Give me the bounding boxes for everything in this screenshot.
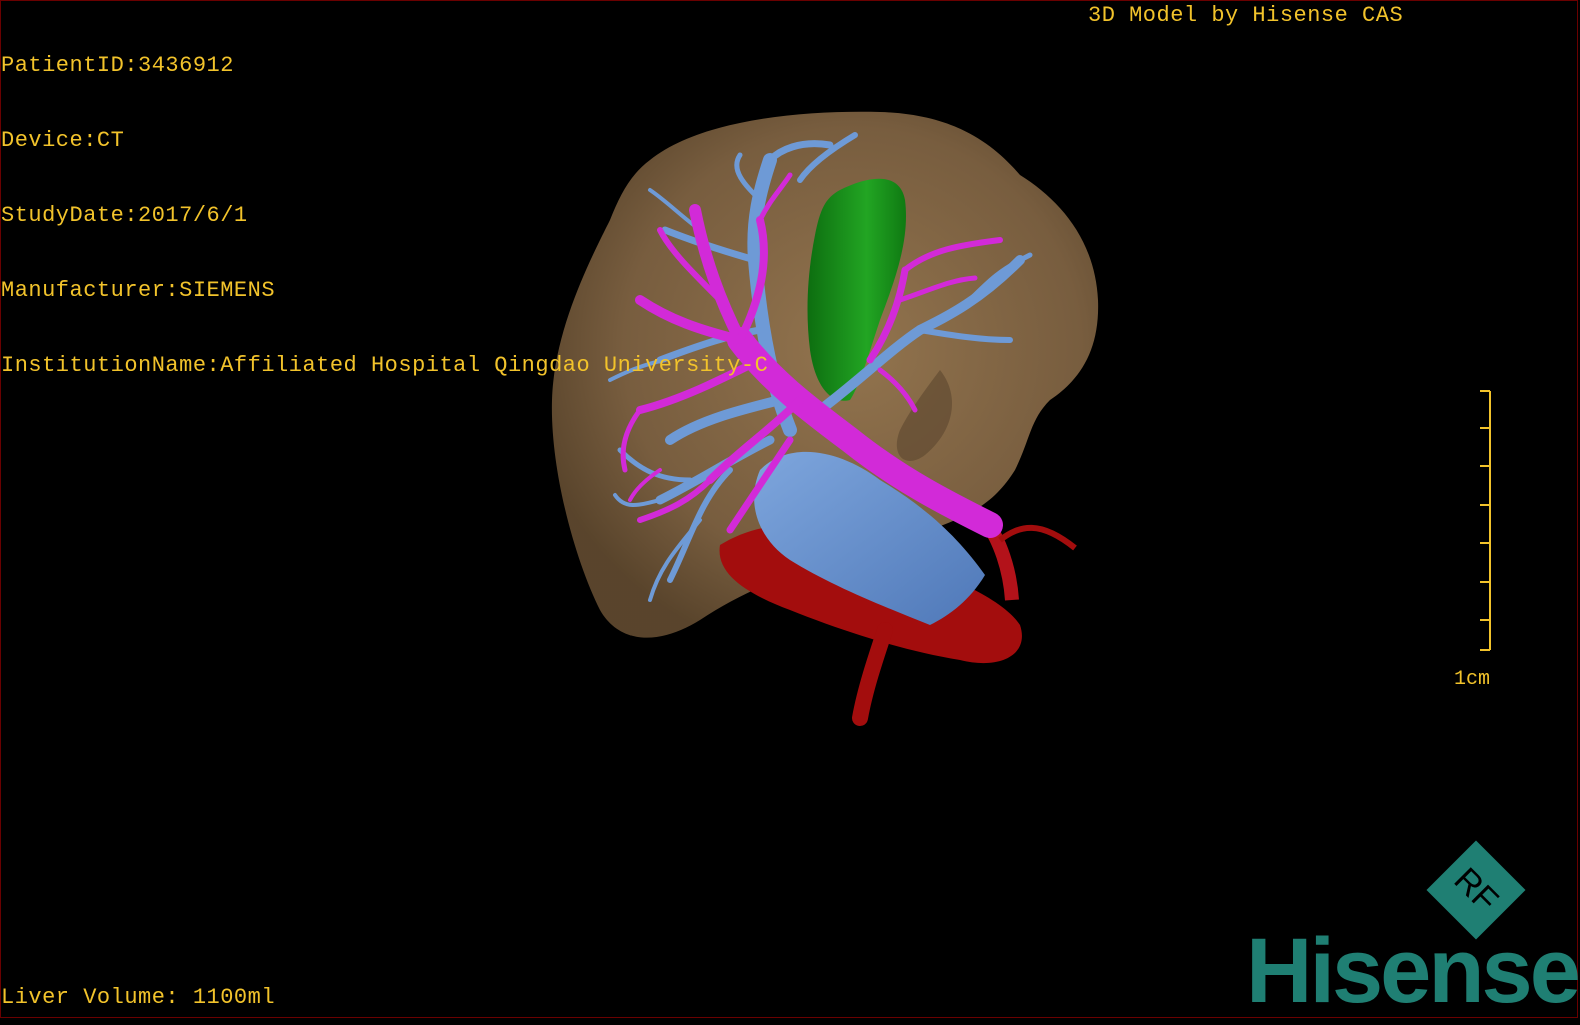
dicom-info-block: PatientID:3436912 Device:CT StudyDate:20… xyxy=(1,3,768,403)
device-text: Device:CT xyxy=(1,128,125,153)
study-date-text: StudyDate:2017/6/1 xyxy=(1,203,248,228)
artery-trunk xyxy=(852,622,893,726)
model-watermark: 3D Model by Hisense CAS xyxy=(1088,3,1404,28)
artery-branch-2 xyxy=(998,524,1077,551)
hisense-logo: Hisense xyxy=(1246,920,1580,1022)
liver-volume-text: Liver Volume: 1100ml xyxy=(1,985,276,1010)
scale-label: 1cm xyxy=(1454,668,1491,691)
manufacturer-text: Manufacturer:SIEMENS xyxy=(1,278,276,303)
scale-bar xyxy=(1480,390,1491,651)
patient-id-text: PatientID:3436912 xyxy=(1,53,234,78)
institution-text: InstitutionName:Affiliated Hospital Qing… xyxy=(1,353,769,378)
